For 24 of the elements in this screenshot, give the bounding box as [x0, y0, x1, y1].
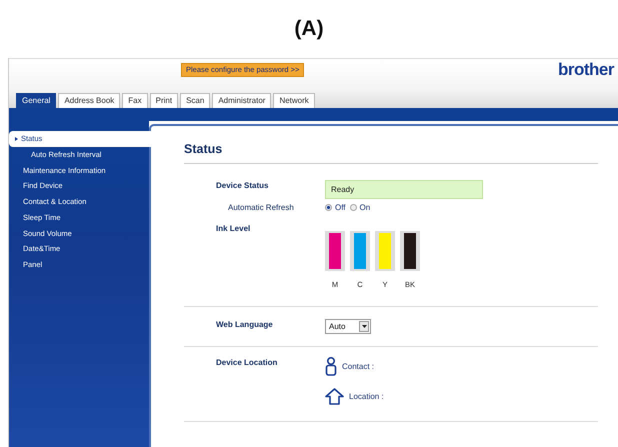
tab[interactable]: General — [16, 92, 56, 108]
house-icon — [325, 388, 344, 406]
field-label: Device Status — [215, 180, 270, 192]
device-status-value: Ready — [325, 180, 483, 199]
field-label: Ink Level — [215, 223, 252, 235]
contact-label: Contact : — [342, 360, 374, 373]
tab[interactable]: Address Book — [58, 92, 120, 108]
field-label: Automatic Refresh — [227, 202, 295, 214]
logo: brother — [558, 61, 614, 78]
figure-caption: (A) — [294, 16, 324, 42]
field-label: Device Location — [215, 357, 278, 370]
tab[interactable]: Fax — [122, 92, 148, 108]
section-title: Status — [184, 140, 598, 164]
tab[interactable]: Administrator — [212, 92, 272, 108]
tab[interactable]: Network — [273, 92, 315, 108]
field-label: Web Language — [215, 319, 274, 332]
location-label: Location : — [349, 390, 384, 403]
tab[interactable]: Scan — [180, 92, 210, 108]
person-icon — [325, 357, 337, 376]
dropdown-caret-icon — [362, 325, 366, 328]
language-select[interactable]: Auto — [325, 319, 371, 334]
tab[interactable]: Print — [150, 92, 178, 108]
radio-option[interactable]: On — [350, 202, 370, 214]
radio-option[interactable]: Off — [325, 202, 346, 214]
